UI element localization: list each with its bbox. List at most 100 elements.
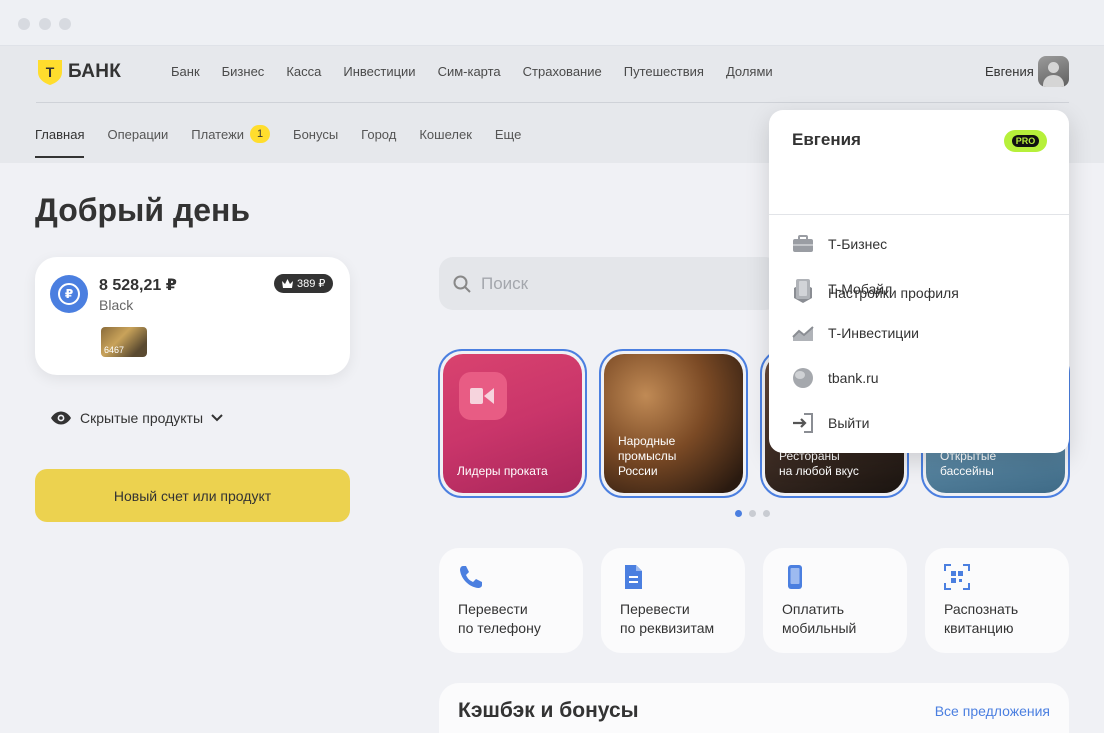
tab-bonuses[interactable]: Бонусы xyxy=(293,127,338,142)
browser-chrome xyxy=(0,0,1104,46)
story-label: Народные промыслы России xyxy=(618,434,677,478)
hidden-products-toggle[interactable]: Скрытые продукты xyxy=(50,410,223,426)
search-icon xyxy=(453,275,471,293)
new-product-button[interactable]: Новый счет или продукт xyxy=(35,469,350,522)
menu-item-label: Т-Инвестиции xyxy=(828,325,919,341)
story-rental-leaders[interactable]: Лидеры проката xyxy=(438,349,587,498)
hidden-products-label: Скрытые продукты xyxy=(80,410,204,426)
window-maximize-dot[interactable] xyxy=(59,18,71,30)
window-close-dot[interactable] xyxy=(18,18,30,30)
chevron-down-icon xyxy=(211,414,223,422)
tab-main-label: Главная xyxy=(35,126,85,142)
action-label: Перевести по телефону xyxy=(458,601,541,636)
tab-city[interactable]: Город xyxy=(361,127,396,142)
carousel-dot[interactable] xyxy=(749,510,756,517)
sub-nav: Главная Операции Платежи 1 Бонусы Город К… xyxy=(35,125,544,158)
top-nav-kassa[interactable]: Касса xyxy=(286,64,321,79)
pro-badge: PRO xyxy=(1004,130,1047,152)
menu-tbank-site[interactable]: tbank.ru xyxy=(792,367,879,389)
pay-mobile-button[interactable]: Оплатить мобильный xyxy=(763,548,907,653)
cashback-section: Кэшбэк и бонусы Все предложения xyxy=(439,683,1069,733)
transfer-by-phone-button[interactable]: Перевести по телефону xyxy=(439,548,583,653)
tab-city-label: Город xyxy=(361,126,397,142)
tab-more[interactable]: Еще xyxy=(495,127,521,142)
header-divider xyxy=(36,102,1069,103)
svg-text:Т: Т xyxy=(46,64,55,80)
card-last4: 6467 xyxy=(104,345,125,355)
story-label: Рестораны на любой вкус xyxy=(779,449,859,478)
search-input[interactable] xyxy=(481,273,731,294)
avatar[interactable] xyxy=(1038,56,1069,87)
carousel-dot[interactable] xyxy=(763,510,770,517)
top-nav-travel[interactable]: Путешествия xyxy=(624,64,704,79)
bank-logo[interactable]: Т БАНК xyxy=(36,58,121,86)
story-folk-crafts[interactable]: Народные промыслы России xyxy=(599,349,748,498)
menu-t-mobile[interactable]: Т-Мобайл xyxy=(792,278,892,300)
top-nav-bank[interactable]: Банк xyxy=(171,64,200,79)
menu-t-business[interactable]: Т-Бизнес xyxy=(792,233,887,255)
tab-payments[interactable]: Платежи 1 xyxy=(191,125,271,143)
page-title: Добрый день xyxy=(35,192,251,228)
user-name[interactable]: Евгения xyxy=(985,64,1034,79)
carousel-dot[interactable] xyxy=(735,510,742,517)
story-image: Лидеры проката xyxy=(443,354,582,493)
menu-item-label: Т-Мобайл xyxy=(828,281,893,297)
qr-scan-icon xyxy=(944,564,970,590)
chart-trend-icon xyxy=(792,322,814,344)
cashback-title: Кэшбэк и бонусы xyxy=(458,699,639,722)
story-image: Народные промыслы России xyxy=(604,354,743,493)
all-offers-link[interactable]: Все предложения xyxy=(935,703,1050,719)
globe-icon xyxy=(792,367,814,389)
crown-icon xyxy=(282,279,293,288)
cashback-badge[interactable]: 389 ₽ xyxy=(274,274,334,293)
account-type: Black xyxy=(99,297,134,313)
window-minimize-dot[interactable] xyxy=(39,18,51,30)
tab-more-label: Еще xyxy=(494,126,522,142)
dropdown-user-name: Евгения xyxy=(792,130,861,149)
story-label: Лидеры проката xyxy=(457,464,548,478)
top-nav-installments[interactable]: Долями xyxy=(726,64,773,79)
top-nav: Банк Бизнес Касса Инвестиции Сим-карта С… xyxy=(171,64,795,79)
cashback-amount: 389 ₽ xyxy=(297,278,326,290)
top-nav-sim[interactable]: Сим-карта xyxy=(438,64,501,79)
eye-icon xyxy=(51,411,71,425)
tab-operations-label: Операции xyxy=(107,126,169,142)
transfer-by-details-button[interactable]: Перевести по реквизитам xyxy=(601,548,745,653)
menu-item-label: Выйти xyxy=(828,415,870,431)
carousel-pagination xyxy=(735,510,770,517)
sim-card-icon xyxy=(792,278,814,300)
profile-dropdown: Евгения PRO Настройки профиля Т-Бизнес Т… xyxy=(769,110,1069,453)
tab-main[interactable]: Главная xyxy=(35,126,85,158)
top-nav-investments[interactable]: Инвестиции xyxy=(343,64,415,79)
ruble-icon: ₽ xyxy=(50,275,88,313)
action-label: Оплатить мобильный xyxy=(782,601,857,636)
phone-icon xyxy=(460,566,482,588)
search-bar[interactable] xyxy=(439,257,779,310)
action-label: Перевести по реквизитам xyxy=(620,601,715,636)
mobile-icon xyxy=(788,565,802,589)
menu-logout[interactable]: Выйти xyxy=(792,412,869,434)
top-nav-insurance[interactable]: Страхование xyxy=(523,64,602,79)
pro-label: PRO xyxy=(1011,135,1040,147)
card-thumbnail[interactable]: 6467 xyxy=(101,327,147,357)
logout-icon xyxy=(792,412,814,434)
menu-t-investments[interactable]: Т-Инвестиции xyxy=(792,322,919,344)
action-label: Распознать квитанцию xyxy=(944,601,1019,636)
menu-item-label: Т-Бизнес xyxy=(828,236,888,252)
tab-payments-label: Платежи xyxy=(191,126,245,142)
top-nav-business[interactable]: Бизнес xyxy=(222,64,265,79)
scan-receipt-button[interactable]: Распознать квитанцию xyxy=(925,548,1069,653)
menu-item-label: tbank.ru xyxy=(828,370,879,386)
story-label: Открытые бассейны xyxy=(940,449,997,478)
tab-wallet[interactable]: Кошелек xyxy=(419,127,472,142)
tab-operations[interactable]: Операции xyxy=(107,127,168,142)
tab-bonuses-label: Бонусы xyxy=(293,126,339,142)
payments-count-badge: 1 xyxy=(250,125,271,143)
brand-name: БАНК xyxy=(68,61,122,82)
shield-logo-icon: Т xyxy=(38,60,62,85)
briefcase-icon xyxy=(792,233,814,255)
dropdown-divider xyxy=(769,214,1069,215)
document-icon xyxy=(625,565,642,589)
account-card[interactable]: ₽ 8 528,21 ₽ Black 389 ₽ 6467 xyxy=(35,257,350,375)
tab-wallet-label: Кошелек xyxy=(419,126,472,142)
